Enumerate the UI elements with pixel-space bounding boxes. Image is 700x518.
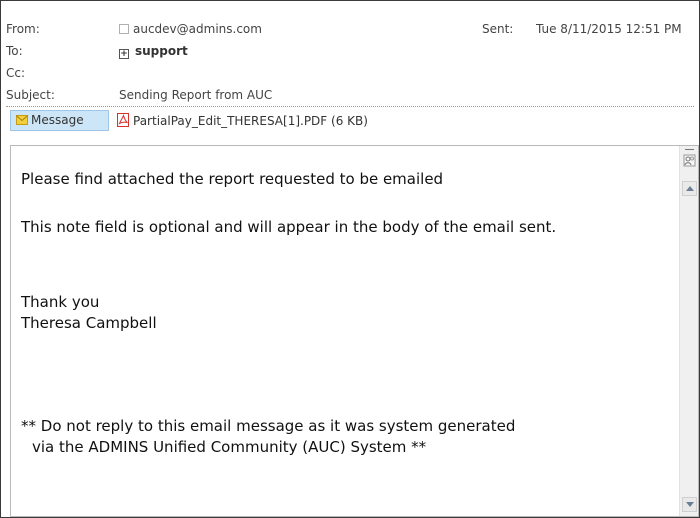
email-reading-pane: From: aucdev@admins.com Sent: Tue 8/11/2… [0,0,700,518]
body-line: Thank you [21,293,100,311]
from-address[interactable]: aucdev@admins.com [133,22,262,36]
body-line: This note field is optional and will app… [21,218,557,236]
scroll-down-arrow-icon[interactable] [682,497,697,512]
to-recipient[interactable]: support [135,44,188,58]
from-value[interactable]: aucdev@admins.com [119,19,262,39]
vertical-scrollbar[interactable] [679,146,698,516]
body-line: via the ADMINS Unified Community (AUC) S… [32,438,427,456]
envelope-icon [16,115,28,125]
pdf-icon [117,113,129,127]
attachment-item[interactable]: PartialPay_Edit_THERESA[1].PDF (6 KB) [117,111,368,131]
message-body[interactable]: Please find attached the report requeste… [10,145,699,517]
header-divider [6,106,694,107]
from-label: From: [6,22,40,36]
cc-label: Cc: [6,66,26,80]
people-pane-icon[interactable] [683,154,696,167]
body-line: ** Do not reply to this email message as… [21,417,516,435]
subject-value: Sending Report from AUC [119,88,273,102]
to-label: To: [6,44,23,58]
message-tab[interactable]: Message [10,110,109,131]
to-value[interactable]: + support [119,41,188,61]
body-line: Theresa Campbell [21,314,157,332]
subject-label: Subject: [6,88,55,102]
contact-status-icon [119,24,129,34]
sent-label: Sent: [482,22,514,36]
body-line: Please find attached the report requeste… [21,170,444,188]
expand-plus-icon[interactable]: + [119,49,129,59]
attachment-label[interactable]: PartialPay_Edit_THERESA[1].PDF (6 KB) [133,114,368,128]
scroll-up-arrow-icon[interactable] [682,181,697,196]
message-tab-label: Message [31,113,84,127]
sent-value: Tue 8/11/2015 12:51 PM [536,22,682,36]
collapse-dash-icon[interactable] [685,149,694,150]
